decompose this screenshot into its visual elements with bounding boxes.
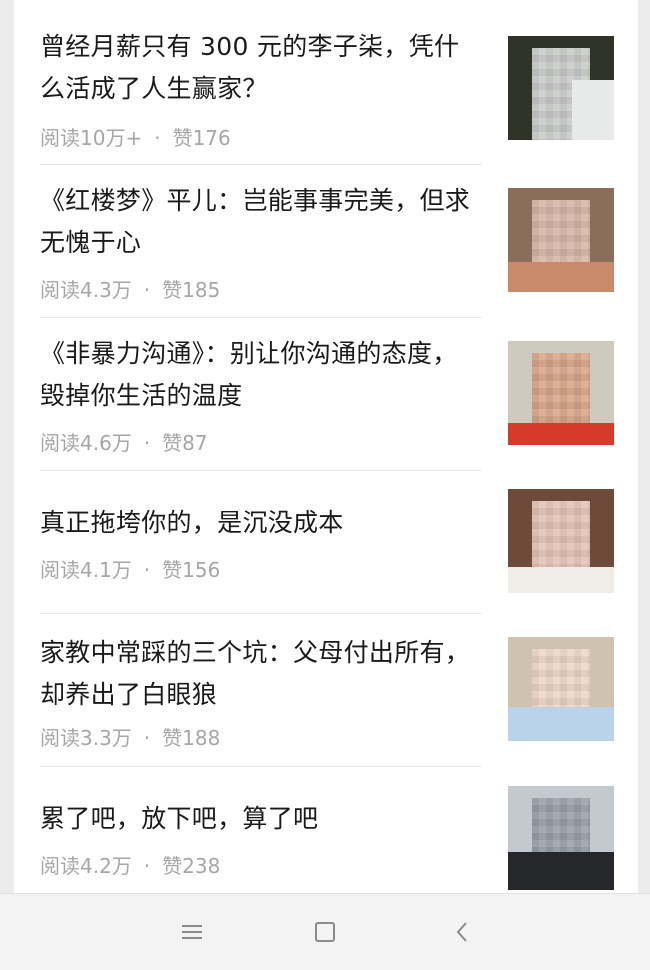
home-icon[interactable] [305,916,345,948]
meta-separator: · [154,126,161,150]
meta-separator: · [143,854,151,878]
article-thumbnail[interactable] [508,341,614,445]
thumbnail-clothing [508,567,614,593]
article-thumbnail[interactable] [508,188,614,292]
like-count: 赞156 [162,558,221,582]
like-count: 赞176 [172,126,231,150]
read-count: 阅读4.3万 [40,278,132,302]
read-count: 阅读4.6万 [40,431,132,455]
like-count: 赞185 [162,278,221,302]
article-meta: 阅读4.6万 · 赞87 [40,427,208,456]
article-meta: 阅读10万+ · 赞176 [40,122,231,151]
divider [40,766,482,767]
article-title[interactable]: 累了吧，放下吧，算了吧 [40,798,490,840]
article-meta: 阅读4.2万 · 赞238 [40,850,220,879]
divider [40,470,482,471]
article-meta: 阅读4.1万 · 赞156 [40,554,220,583]
right-edge [638,0,650,893]
like-count: 赞238 [162,854,221,878]
read-count: 阅读4.2万 [40,854,132,878]
thumbnail-clothing [572,80,614,140]
meta-separator: · [143,726,151,750]
article-item[interactable]: 家教中常踩的三个坑：父母付出所有， 却养出了白眼狼 阅读3.3万 · 赞188 [40,632,614,762]
read-count: 阅读3.3万 [40,726,132,750]
back-icon[interactable] [442,916,482,948]
meta-separator: · [143,431,151,455]
article-thumbnail[interactable] [508,489,614,593]
menu-icon[interactable] [172,916,212,948]
divider [40,164,482,165]
meta-separator: · [143,278,151,302]
system-navigation-bar [0,893,650,970]
thumbnail-clothing [508,423,614,445]
thumbnail-clothing [508,707,614,741]
read-count: 阅读10万+ [40,126,143,150]
thumbnail-clothing [508,262,614,292]
read-count: 阅读4.1万 [40,558,132,582]
article-meta: 阅读3.3万 · 赞188 [40,722,220,751]
article-title[interactable]: 家教中常踩的三个坑：父母付出所有， 却养出了白眼狼 [40,632,490,716]
article-title[interactable]: 《非暴力沟通》：别让你沟通的态度， 毁掉你生活的温度 [40,333,490,417]
meta-separator: · [143,558,151,582]
article-item[interactable]: 曾经月薪只有 300 元的李子柒，凭什 么活成了人生赢家？ 阅读10万+ · 赞17… [40,26,614,156]
article-item[interactable]: 《非暴力沟通》：别让你沟通的态度， 毁掉你生活的温度 阅读4.6万 · 赞87 [40,333,614,463]
article-thumbnail[interactable] [508,637,614,741]
article-item[interactable]: 《红楼梦》平儿：岂能事事完美，但求 无愧于心 阅读4.3万 · 赞185 [40,180,614,310]
divider [40,613,482,614]
article-item[interactable]: 累了吧，放下吧，算了吧 阅读4.2万 · 赞238 [40,786,614,893]
thumbnail-clothing [508,852,614,890]
article-thumbnail[interactable] [508,36,614,140]
like-count: 赞87 [162,431,208,455]
article-item[interactable]: 真正拖垮你的，是沉没成本 阅读4.1万 · 赞156 [40,489,614,602]
article-title[interactable]: 曾经月薪只有 300 元的李子柒，凭什 么活成了人生赢家？ [40,26,490,110]
article-meta: 阅读4.3万 · 赞185 [40,274,220,303]
like-count: 赞188 [162,726,221,750]
article-title[interactable]: 真正拖垮你的，是沉没成本 [40,502,490,544]
left-edge [0,0,14,893]
article-thumbnail[interactable] [508,786,614,890]
divider [40,317,482,318]
article-title[interactable]: 《红楼梦》平儿：岂能事事完美，但求 无愧于心 [40,180,490,264]
